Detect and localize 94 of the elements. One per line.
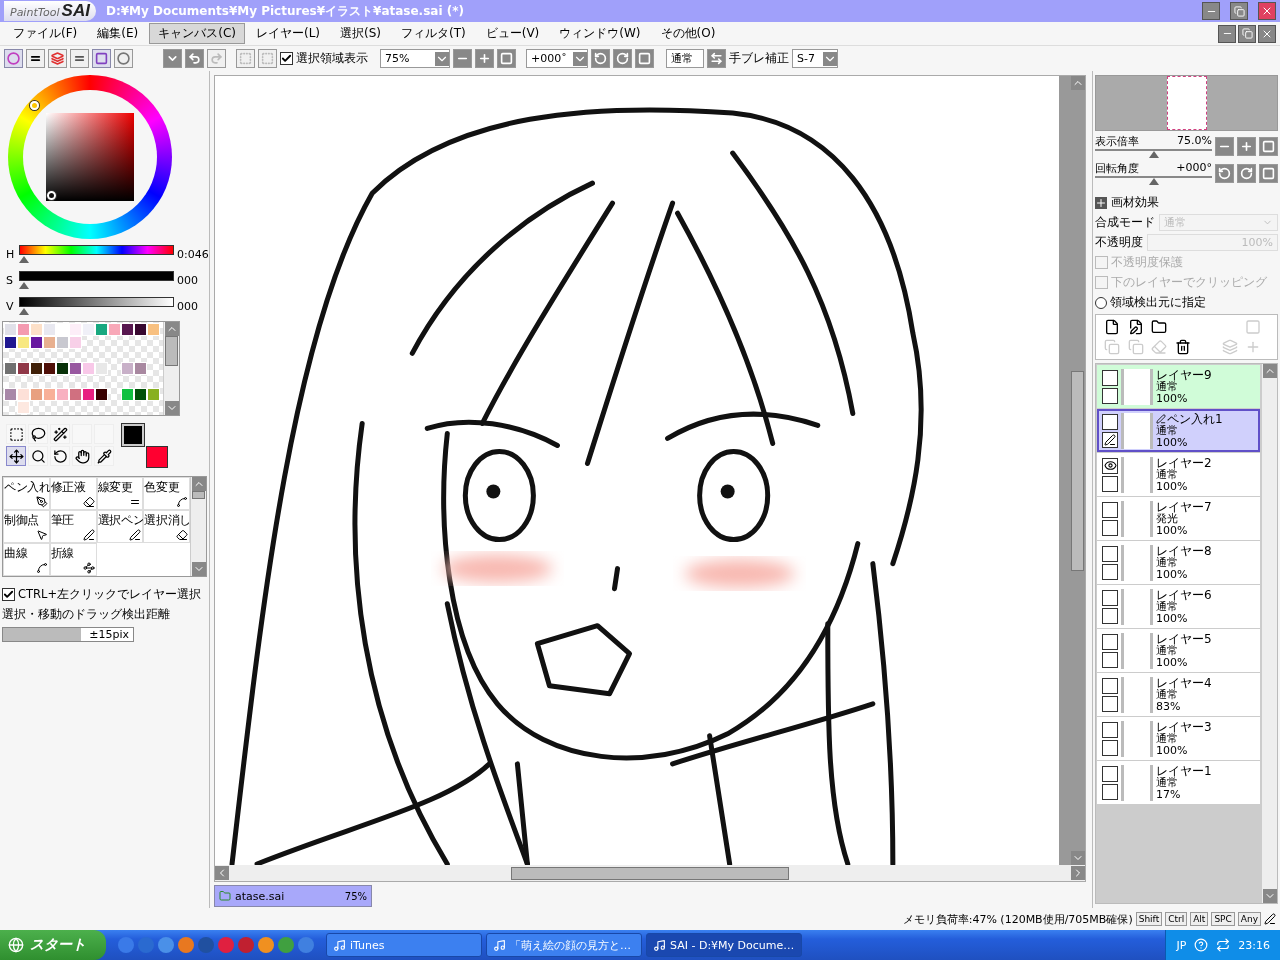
layer-opacity: 17% [1156,788,1182,801]
layer-row[interactable]: レイヤー8 通常 100% [1097,541,1260,584]
menu-item[interactable]: レイヤー(L) [246,23,330,44]
layer-row[interactable]: ペン入れ1 通常 100% [1097,409,1260,452]
menu-item[interactable]: ウィンドウ(W) [550,23,650,44]
menu-item[interactable]: ビュー(V) [476,23,549,44]
taskbar-button[interactable]: 「萌え絵の顔の見方と… [486,933,642,957]
brush-tool[interactable]: 折線 [49,543,97,576]
layer-mode: 通常 [1156,688,1179,701]
navigator-slider[interactable]: 表示倍率 75.0% [1095,134,1212,158]
brush-tool[interactable]: 修正液 [49,477,97,510]
modifier-key: Ctrl [1165,912,1188,926]
layer-opacity: 100% [1156,392,1189,405]
layer-mode: 通常 [1156,556,1179,569]
layer-name: レイヤー7 [1156,500,1212,513]
blend-mode-label: 合成モード [1095,214,1155,231]
layer-opacity: 100% [1156,524,1189,537]
blend-mode-select[interactable]: 通常 [666,49,704,68]
menu-item[interactable]: 選択(S) [331,23,390,44]
menu-item[interactable]: キャンバス(C) [149,23,245,44]
layer-name: レイヤー8 [1156,544,1212,557]
layer-row[interactable]: レイヤー7 発光 100% [1097,497,1260,540]
layer-opacity: 100% [1156,436,1189,449]
menu-item[interactable]: 編集(E) [88,23,148,44]
modifier-key: SPC [1211,912,1235,926]
layer-row[interactable]: レイヤー4 通常 83% [1097,673,1260,716]
menu-item[interactable]: ファイル(F) [4,23,87,44]
taskbar-button[interactable]: SAI - D:¥My Docume… [646,933,802,957]
navigator-slider[interactable]: 回転角度 +000° [1095,161,1212,185]
drag-distance-label: 選択・移動のドラッグ検出距離 [2,606,171,623]
layer-name: レイヤー9 [1156,368,1212,381]
brush-tool[interactable]: 選択消し [143,510,190,543]
brush-tool[interactable]: 制御点 [3,510,50,543]
slider-label: V [6,299,15,313]
modifier-key: Any [1237,912,1261,926]
layer-row[interactable]: レイヤー6 通常 100% [1097,585,1260,628]
modifier-key: Alt [1190,912,1209,926]
layer-mode: 通常 [1156,732,1179,745]
layer-mode: 通常 [1156,380,1179,393]
layer-row[interactable]: レイヤー2 通常 100% [1097,453,1260,496]
effects-label[interactable]: 画材効果 [1111,194,1159,211]
layer-name: レイヤー4 [1156,676,1212,689]
ctrl-click-checkbox[interactable]: CTRL+左クリックでレイヤー選択 [2,587,207,602]
slider-reading: 000 [177,273,199,287]
app-logo: PaintToolSAI [4,1,96,21]
layer-name: ペン入れ1 [1167,412,1223,425]
drag-distance-slider[interactable]: ±15pix [2,627,134,642]
language-indicator[interactable]: JP [1176,938,1187,952]
memory-status: メモリ負荷率:47% (120MB使用/705MB確保) [902,911,1133,927]
brush-tool[interactable]: ペン入れ [3,477,50,510]
layer-mode: 通常 [1156,424,1178,437]
layer-row[interactable]: レイヤー3 通常 100% [1097,717,1260,760]
detection-source-radio[interactable]: 領域検出元に指定 [1095,294,1278,311]
layer-mode: 通常 [1156,468,1179,481]
slider-reading: 000 [177,299,199,313]
menu-item[interactable]: フィルタ(T) [392,23,475,44]
layer-name: レイヤー1 [1156,764,1212,777]
brush-tool[interactable]: 筆圧 [49,510,97,543]
brush-tool[interactable]: 線変更 [96,477,144,510]
layer-opacity: 100% [1156,568,1189,581]
modifier-key: Shift [1135,912,1163,926]
zoom-select[interactable]: 75% [380,49,450,68]
rotation-select[interactable]: +000˚ [526,49,588,68]
layer-mode: 通常 [1156,644,1179,657]
selection-display-checkbox[interactable]: 選択領域表示 [280,50,368,67]
layer-opacity: 100% [1156,744,1189,757]
layer-name: レイヤー6 [1156,588,1212,601]
menu-item[interactable]: その他(O) [651,23,725,44]
layer-name: レイヤー3 [1156,720,1212,733]
slider-label: S [6,273,14,287]
layer-opacity: 100% [1156,480,1189,493]
stabilizer-label: 手ブレ補正 [729,50,789,67]
layer-row[interactable]: レイヤー9 通常 100% [1097,365,1260,408]
stabilizer-select[interactable]: S-7 [792,49,838,68]
opacity-label: 不透明度 [1095,234,1143,251]
layer-mode: 通常 [1156,600,1179,613]
layer-opacity: 83% [1156,700,1182,713]
brush-tool[interactable]: 曲線 [3,543,50,576]
slider-reading: 0:046 [177,247,207,261]
slider-reading: ±15pix [89,628,130,641]
taskbar-button[interactable]: iTunes [326,933,482,957]
layer-row[interactable]: レイヤー5 通常 100% [1097,629,1260,672]
layer-opacity: 100% [1156,656,1189,669]
document-tab[interactable]: atase.sai 75% [214,885,372,907]
layer-mode: 通常 [1156,776,1179,789]
clock: 23:16 [1238,938,1270,952]
layer-name: レイヤー2 [1156,456,1212,469]
layer-row[interactable]: レイヤー1 通常 17% [1097,761,1260,804]
brush-tool[interactable]: 色変更 [143,477,190,510]
layer-mode: 発光 [1156,512,1179,525]
layer-opacity: 100% [1156,612,1189,625]
window-title: D:¥My Documents¥My Pictures¥イラスト¥atase.sai (*) [105,2,465,20]
slider-label: H [6,247,16,261]
layer-name: レイヤー5 [1156,632,1212,645]
